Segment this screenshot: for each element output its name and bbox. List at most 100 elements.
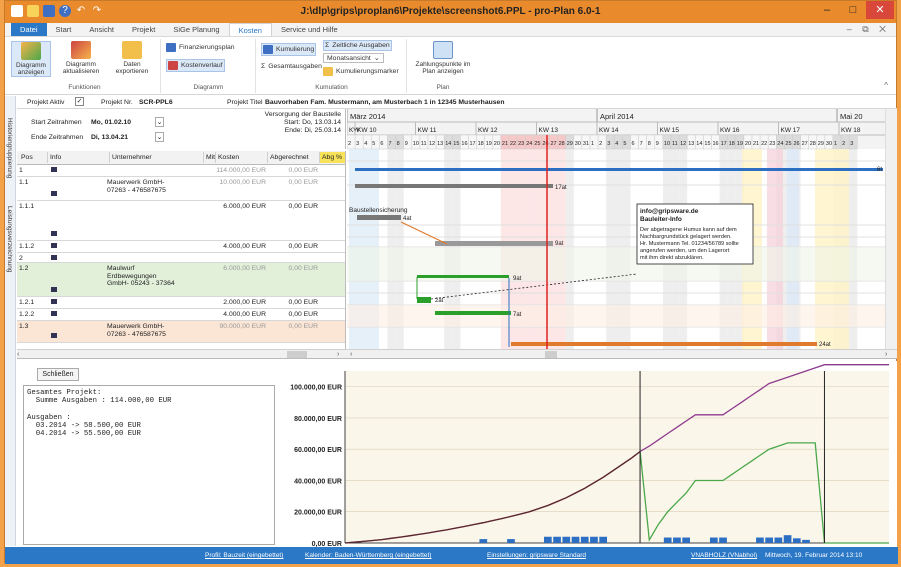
gantt-scroll-left-icon[interactable]: ‹	[350, 351, 352, 358]
table-row[interactable]: 1.1 Mauerwerk GmbH- 07263 - 476587675 10.0…	[17, 177, 345, 201]
day-label: 6	[632, 141, 635, 147]
row-kosten: 4.000,00 EUR	[223, 243, 266, 250]
day-label: 17	[470, 141, 476, 147]
day-label: 3	[607, 141, 610, 147]
row-info-icon[interactable]	[51, 287, 57, 292]
row-info-icon[interactable]	[51, 243, 57, 248]
day-label: 29	[818, 141, 824, 147]
projekt-aktiv-checkbox[interactable]: ✓	[75, 97, 84, 106]
table-row[interactable]: 1.2 Maulwurf Erdbewegungen GmbH- 05243 - …	[17, 263, 345, 297]
maximize-button[interactable]: □	[840, 1, 866, 19]
col-abg-pct[interactable]: Abg %	[319, 152, 345, 163]
day-label: 3	[850, 141, 853, 147]
gantt-bar	[435, 241, 553, 246]
table-row[interactable]: 1 114.000,00 EUR 0,00 EUR	[17, 165, 345, 177]
table-row[interactable]: 1.3 Mauerwerk GmbH- 07263 - 476587675 90.0…	[17, 321, 345, 343]
tab-start[interactable]: Start	[47, 23, 81, 36]
day-label: 21	[502, 141, 508, 147]
col-abgerechnet[interactable]: Abgerechnet	[267, 152, 319, 163]
start-dropdown[interactable]: ⌄	[155, 117, 164, 127]
table-row[interactable]: 2	[17, 253, 345, 263]
col-pos[interactable]: Pos	[19, 152, 33, 163]
tab-datei[interactable]: Datei	[11, 23, 47, 36]
cost-table: Pos Info Unternehmer Mit Kosten Abgerech…	[17, 151, 346, 349]
row-info-icon[interactable]	[51, 255, 57, 260]
gantt-bar	[357, 215, 401, 220]
gantt-scroll-right-icon[interactable]: ›	[885, 351, 887, 358]
tab-service[interactable]: Service und Hilfe	[272, 23, 347, 36]
row-abgerechnet: 0,00 EUR	[288, 299, 318, 306]
status-profil[interactable]: Profil: Bauzeit (eingebettet)	[205, 552, 283, 559]
day-label: 28	[559, 141, 565, 147]
finanzierungsplan-button[interactable]: Finanzierungsplan	[166, 43, 235, 52]
day-label: 2	[842, 141, 845, 147]
day-label: 8	[648, 141, 651, 147]
kumulierungsmarker-button[interactable]: Kumulierungsmarker	[323, 67, 399, 76]
table-row[interactable]: 1.1.1 6.000,00 EUR 0,00 EUR	[17, 201, 345, 241]
row-info-icon[interactable]	[51, 191, 57, 196]
gantt-canvas[interactable]: März 2014 April 2014 Mai 20KWKW 10 KW 11 KW …	[347, 109, 885, 349]
side-label-leistung[interactable]: Leistungsverzeichnung	[6, 206, 13, 273]
row-info-icon[interactable]	[51, 311, 57, 316]
y-tick-label: 100.000,00 EUR	[290, 385, 342, 392]
collapse-ribbon-icon[interactable]: ^	[884, 81, 888, 90]
tab-kosten[interactable]: Kosten	[228, 23, 272, 36]
col-info[interactable]: Info	[47, 152, 107, 163]
side-label-historie[interactable]: Historiengruppierung	[6, 118, 13, 178]
kostenverlauf-button[interactable]: Kostenverlauf	[166, 59, 225, 72]
gantt-chart[interactable]: März 2014 April 2014 Mai 20 KW KW 10 KW 11 KW …	[347, 109, 885, 349]
zeitliche-ausgaben-button[interactable]: Σ Zeitliche Ausgaben	[323, 40, 392, 51]
status-einstellungen[interactable]: Einstellungen: gripsware Standard	[487, 552, 586, 559]
table-row[interactable]: 1.2.2 4.000,00 EUR 0,00 EUR	[17, 309, 345, 321]
ende-dropdown[interactable]: ⌄	[155, 132, 164, 142]
ribbon-window-controls[interactable]: – ⧉ ✕	[847, 24, 890, 35]
status-user[interactable]: VNABHOLZ (VNabhol)	[691, 552, 757, 559]
table-row[interactable]: 1.1.2 4.000,00 EUR 0,00 EUR	[17, 241, 345, 253]
zahlungspunkte-button[interactable]: Zahlungspunkte im Plan anzeigen	[410, 41, 476, 75]
gantt-scroll-thumb[interactable]	[545, 351, 557, 358]
tab-ansicht[interactable]: Ansicht	[80, 23, 123, 36]
day-label: 12	[429, 141, 435, 147]
tab-projekt[interactable]: Projekt	[123, 23, 164, 36]
row-info-icon[interactable]	[51, 299, 57, 304]
kumulierung-button[interactable]: Kumulierung	[261, 43, 317, 56]
row-info-icon[interactable]	[51, 333, 57, 338]
table-row[interactable]: 1.2.1 2.000,00 EUR 0,00 EUR	[17, 297, 345, 309]
diagramm-anzeigen-button[interactable]: Diagramm anzeigen	[11, 41, 51, 77]
row-info-icon[interactable]	[51, 231, 57, 236]
row-abgerechnet: 0,00 EUR	[288, 265, 318, 272]
gesamtausgaben-button[interactable]: Σ Gesamtausgaben	[261, 63, 322, 70]
cost-bar	[562, 536, 571, 543]
daten-exportieren-button[interactable]: Daten exportieren	[109, 41, 155, 75]
bar-label: 6t	[877, 167, 882, 173]
scroll-right-icon[interactable]: ›	[337, 351, 339, 358]
minimize-button[interactable]: –	[814, 1, 840, 19]
cost-bar	[580, 536, 589, 543]
row-abgerechnet: 0,00 EUR	[288, 323, 318, 330]
day-label: 7	[389, 141, 392, 147]
cost-chart: 0,00 EUR20.000,00 EUR40.000,00 EUR60.000…	[290, 364, 889, 547]
cost-bar	[553, 536, 561, 543]
row-kosten: 10.000,00 EUR	[219, 179, 266, 186]
cost-bar	[709, 537, 718, 543]
col-kosten[interactable]: Kosten	[215, 152, 267, 163]
row-info-icon[interactable]	[51, 167, 57, 172]
monatsansicht-select[interactable]: Monatsansicht ⌄	[323, 53, 384, 63]
vertical-scrollbar[interactable]	[885, 109, 897, 349]
day-label: 11	[421, 141, 427, 147]
status-date: Mittwoch, 19. Februar 2014 13:10	[765, 552, 863, 559]
window-title: J:\dlp\grips\proplan6\Projekte\screensho…	[300, 6, 601, 17]
gantt-bar	[435, 311, 511, 315]
versorgung-start: Start: Do, 13.03.14	[283, 119, 341, 126]
col-unternehmer[interactable]: Unternehmer	[109, 152, 204, 163]
scroll-left-icon[interactable]: ‹	[17, 351, 19, 358]
diagramm-aktualisieren-button[interactable]: Diagramm aktualisieren	[57, 41, 105, 75]
horizontal-scrollbar[interactable]: ‹ › ‹ ›	[17, 349, 897, 359]
col-mit[interactable]: Mit	[203, 152, 215, 163]
close-button[interactable]: ✕	[866, 1, 894, 19]
schliessen-button[interactable]: Schließen	[37, 368, 79, 381]
day-label: 30	[575, 141, 581, 147]
tab-sige-planung[interactable]: SiGe Planung	[164, 23, 228, 36]
status-kalender[interactable]: Kalender: Baden-Württemberg (eingebettet…	[305, 552, 431, 559]
scroll-thumb[interactable]	[287, 351, 307, 358]
